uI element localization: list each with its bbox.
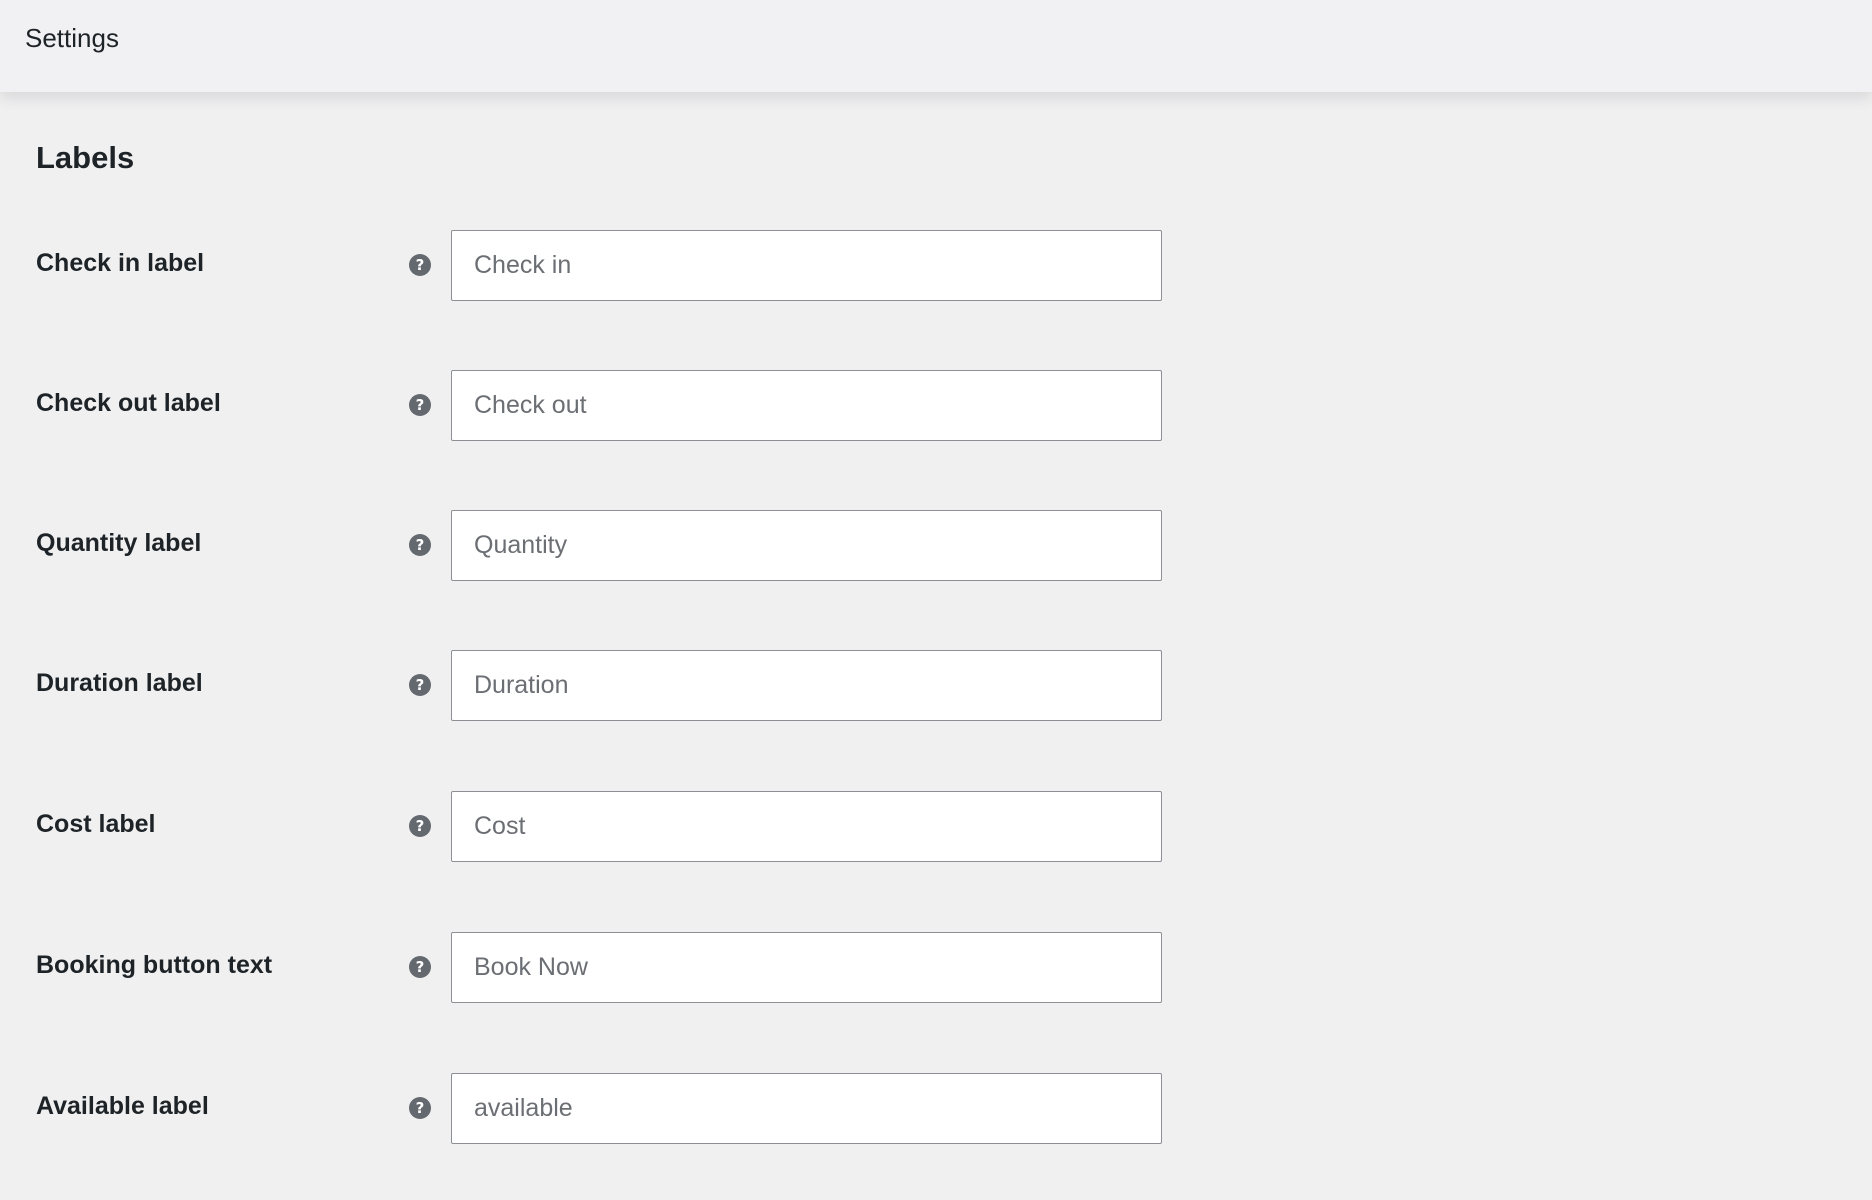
cost-label: Cost label: [36, 810, 156, 838]
check-out-label-input[interactable]: [451, 370, 1162, 441]
duration-label: Duration label: [36, 669, 203, 697]
help-icon[interactable]: ?: [409, 394, 431, 416]
help-icon[interactable]: ?: [409, 1097, 431, 1119]
help-icon[interactable]: ?: [409, 674, 431, 696]
quantity-label: Quantity label: [36, 529, 202, 557]
booking-button-text-input[interactable]: [451, 932, 1162, 1003]
available-label: Available label: [36, 1092, 209, 1120]
section-title-labels: Labels: [36, 140, 135, 175]
setting-row-booking-button: Booking button text ?: [0, 932, 1872, 1004]
top-bar: Settings: [0, 0, 1872, 92]
duration-label-input[interactable]: [451, 650, 1162, 721]
setting-row-check-in: Check in label ?: [0, 230, 1872, 302]
setting-row-duration: Duration label ?: [0, 650, 1872, 722]
setting-row-cost: Cost label ?: [0, 791, 1872, 863]
help-icon[interactable]: ?: [409, 534, 431, 556]
cost-label-input[interactable]: [451, 791, 1162, 862]
help-icon[interactable]: ?: [409, 815, 431, 837]
help-icon[interactable]: ?: [409, 254, 431, 276]
page-title: Settings: [25, 23, 119, 53]
available-label-input[interactable]: [451, 1073, 1162, 1144]
help-icon[interactable]: ?: [409, 956, 431, 978]
setting-row-quantity: Quantity label ?: [0, 510, 1872, 582]
quantity-label-input[interactable]: [451, 510, 1162, 581]
setting-row-available: Available label ?: [0, 1073, 1872, 1145]
check-in-label-input[interactable]: [451, 230, 1162, 301]
booking-button-text-label: Booking button text: [36, 951, 273, 979]
setting-row-check-out: Check out label ?: [0, 370, 1872, 442]
check-in-label: Check in label: [36, 249, 205, 277]
check-out-label: Check out label: [36, 389, 221, 417]
settings-content: Labels Check in label ? Check out label …: [0, 92, 1872, 1200]
